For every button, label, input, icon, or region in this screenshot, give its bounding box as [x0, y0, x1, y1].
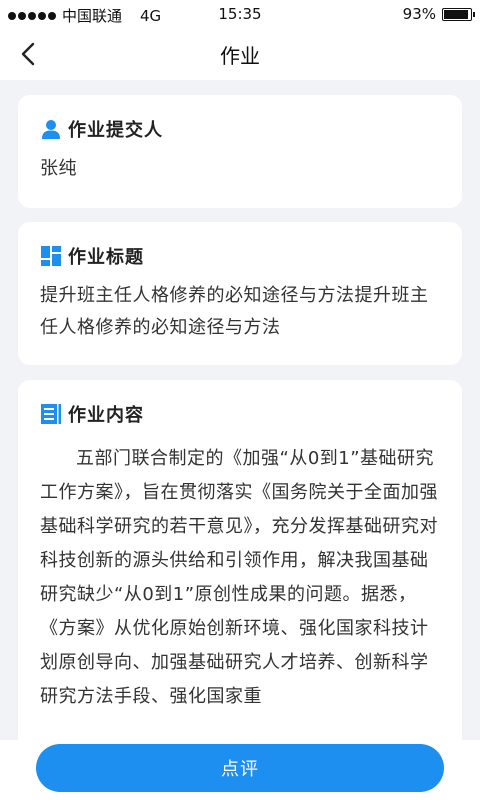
homework-content-card: 作业内容 五部门联合制定的《加强“从0到1”基础研究工作方案》，旨在贯彻落实《国…: [18, 380, 462, 740]
user-icon: [42, 120, 60, 139]
status-bar: 中国联通 4G 15:35 93%: [0, 0, 480, 28]
homework-title-label: 作业标题: [68, 247, 144, 268]
homework-title-card: 作业标题 提升班主任人格修养的必知途径与方法提升班主任人格修养的必知途径与方法: [18, 222, 462, 365]
document-icon: [41, 404, 61, 424]
submitter-header: 作业提交人: [40, 117, 440, 141]
submitter-label: 作业提交人: [68, 120, 163, 141]
status-right: 93%: [402, 5, 475, 23]
review-button[interactable]: 点评: [36, 744, 444, 792]
grid-icon: [41, 246, 61, 266]
homework-title-header: 作业标题: [40, 244, 440, 268]
battery-level: [444, 9, 469, 19]
nav-bar: 作业: [0, 28, 480, 80]
page-title: 作业: [220, 44, 260, 68]
battery-icon: [442, 7, 475, 21]
battery-percent: 93%: [402, 5, 436, 23]
homework-content-label: 作业内容: [68, 405, 144, 426]
homework-content-text: 五部门联合制定的《加强“从0到1”基础研究工作方案》，旨在贯彻落实《国务院关于全…: [40, 448, 438, 707]
submitter-card: 作业提交人 张纯: [18, 95, 462, 208]
submitter-name: 张纯: [40, 158, 77, 179]
content-area[interactable]: 作业提交人 张纯 作业标题 提升班主任人格修养的必知途径与方法提升班主任人格修养…: [0, 80, 480, 740]
homework-content-header: 作业内容: [40, 402, 440, 426]
bottom-bar: 点评: [0, 740, 480, 800]
homework-title-text: 提升班主任人格修养的必知途径与方法提升班主任人格修养的必知途径与方法: [40, 285, 429, 338]
